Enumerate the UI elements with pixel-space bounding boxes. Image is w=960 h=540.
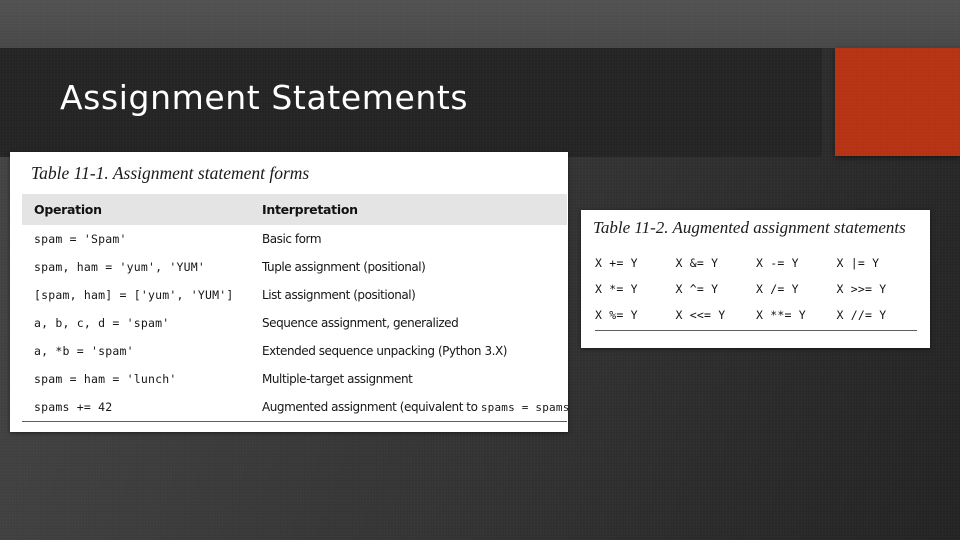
cell-operation: spam, ham = 'yum', 'YUM' [34, 260, 205, 274]
cell-operator: X -= Y [756, 256, 799, 270]
table-row: spams += 42 Augmented assignment (equiva… [22, 393, 568, 422]
table-row: spam = ham = 'lunch' Multiple-target ass… [22, 365, 567, 393]
column-header-operation: Operation [22, 194, 250, 225]
column-header-interpretation: Interpretation [250, 194, 567, 225]
cell-operator: X %= Y [595, 302, 676, 331]
table-row: X *= Y X ^= Y X /= Y X >>= Y [595, 276, 917, 302]
cell-operator: X **= Y [756, 302, 837, 331]
cell-operator: X <<= Y [675, 302, 756, 331]
table-row: X += Y X &= Y X -= Y X |= Y [595, 250, 917, 276]
cell-interpretation: Multiple-target assignment [262, 372, 413, 386]
cell-interpretation: Extended sequence unpacking (Python 3.X) [262, 344, 507, 358]
table-11-1: Operation Interpretation spam = 'Spam' B… [22, 194, 568, 422]
table-11-2: X += Y X &= Y X -= Y X |= Y X *= Y X ^= … [595, 250, 917, 331]
table-11-2-panel: Table 11-2. Augmented assignment stateme… [581, 210, 930, 348]
cell-operator: X |= Y [836, 256, 880, 270]
table-header-row: Operation Interpretation [22, 194, 567, 225]
cell-operation: spam = 'Spam' [34, 232, 127, 246]
cell-operator: X += Y [595, 256, 638, 270]
table-11-1-panel: Table 11-1. Assignment statement forms O… [10, 152, 568, 432]
cell-interpretation: Augmented assignment (equivalent to spam… [250, 393, 568, 422]
cell-operator: X /= Y [756, 282, 799, 296]
cell-operation: a, b, c, d = 'spam' [34, 316, 170, 330]
table-row: X %= Y X <<= Y X **= Y X //= Y [595, 302, 917, 331]
table-row: spam = 'Spam' Basic form [22, 225, 567, 253]
cell-operation: a, *b = 'spam' [34, 344, 134, 358]
cell-interpretation: List assignment (positional) [262, 288, 416, 302]
cell-operation: spam = ham = 'lunch' [34, 372, 177, 386]
table-11-2-caption: Table 11-2. Augmented assignment stateme… [593, 218, 906, 237]
cell-operator: X *= Y [595, 282, 638, 296]
table-row: a, b, c, d = 'spam' Sequence assignment,… [22, 309, 567, 337]
table-row: spam, ham = 'yum', 'YUM' Tuple assignmen… [22, 253, 567, 281]
cell-operator: X //= Y [836, 302, 917, 331]
cell-interpretation: Sequence assignment, generalized [262, 316, 459, 330]
cell-operator: X &= Y [675, 256, 719, 270]
table-row: [spam, ham] = ['yum', 'YUM'] List assign… [22, 281, 567, 309]
top-decoration-strip [0, 0, 960, 48]
cell-operator: X ^= Y [675, 282, 719, 296]
page-title: Assignment Statements [60, 78, 469, 117]
slide-canvas: Assignment Statements Table 11-1. Assign… [0, 0, 960, 540]
table-row: a, *b = 'spam' Extended sequence unpacki… [22, 337, 567, 365]
interpretation-prefix: Augmented assignment (equivalent to [262, 400, 481, 414]
cell-interpretation: Basic form [262, 232, 322, 246]
accent-block [835, 48, 960, 156]
cell-operator: X >>= Y [836, 282, 887, 296]
table-11-1-caption: Table 11-1. Assignment statement forms [31, 163, 310, 183]
cell-interpretation: Tuple assignment (positional) [262, 260, 426, 274]
interpretation-code: spams = spams + 42 [480, 401, 568, 414]
cell-operation: spams += 42 [22, 393, 250, 422]
cell-operation: [spam, ham] = ['yum', 'YUM'] [34, 288, 234, 302]
